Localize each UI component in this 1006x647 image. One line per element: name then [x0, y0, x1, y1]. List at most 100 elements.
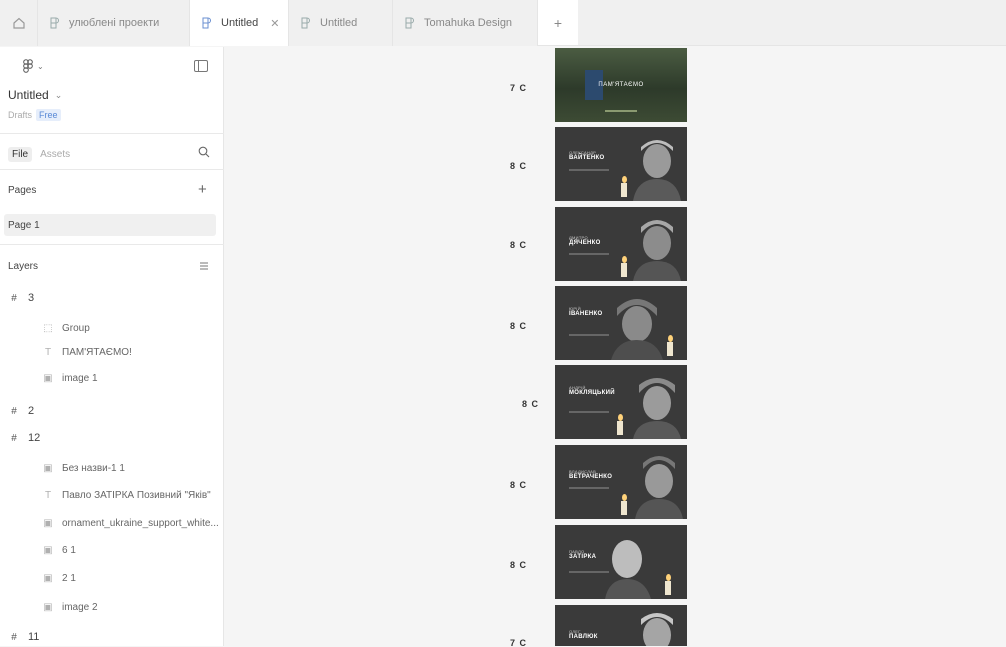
tab-design[interactable]: Tomahuka Design: [392, 0, 538, 46]
image-icon: ▣: [43, 544, 53, 556]
portrait-image: [633, 378, 681, 439]
layer-label: image 1: [62, 372, 98, 384]
layer-text[interactable]: T ПАМ'ЯТАЄМО!: [0, 342, 224, 362]
drafts-link[interactable]: Drafts: [8, 110, 32, 120]
frame-label[interactable]: 7 C: [510, 638, 527, 646]
new-tab-button[interactable]: +: [538, 0, 578, 46]
text-icon: T: [44, 489, 52, 501]
layer-image[interactable]: ▣ ornament_ukraine_support_white...: [0, 513, 224, 533]
frame-card-portrait[interactable]: ЮРІЙ ІВАНЕНКО: [555, 286, 687, 360]
layer-label: Group: [62, 322, 90, 334]
frame-label[interactable]: 8 C: [510, 161, 527, 171]
home-button[interactable]: [0, 0, 38, 46]
plan-badge: Free: [36, 109, 61, 121]
frame-card-memorial[interactable]: ПАМ'ЯТАЄМО: [555, 48, 687, 122]
collapse-icon: [200, 262, 208, 270]
flame-icon: [621, 256, 627, 263]
tab-file[interactable]: File: [8, 147, 33, 162]
frame-card-portrait[interactable]: ОЛЕКСАНДР ВАЙТЕНКО: [555, 127, 687, 201]
layer-image[interactable]: ▣ image 1: [0, 368, 224, 388]
tab-untitled-active[interactable]: Untitled ✕: [190, 0, 288, 46]
tab-favorites[interactable]: улюблені проекти: [38, 0, 190, 46]
layer-label: 3: [28, 292, 35, 304]
layer-image[interactable]: ▣ 2 1: [0, 568, 224, 588]
divider: [0, 133, 224, 134]
file-icon: [403, 16, 417, 30]
layer-image[interactable]: ▣ 6 1: [0, 540, 224, 560]
layer-label: 12: [28, 432, 41, 444]
main-menu-button[interactable]: ⌄: [22, 59, 44, 73]
last-name: ВАЙТЕНКО: [569, 155, 605, 161]
tab-assets[interactable]: Assets: [40, 149, 70, 160]
frame-card-portrait[interactable]: АНДРІЙ МОКЛЯЦЬКИЙ: [555, 365, 687, 439]
sidebar-toggle-icon: [194, 60, 208, 72]
portrait-image: [611, 299, 663, 360]
file-name[interactable]: Untitled ⌄: [8, 88, 62, 102]
frame-label[interactable]: 8 C: [510, 480, 527, 490]
last-name: МОКЛЯЦЬКИЙ: [569, 390, 615, 396]
layer-frame[interactable]: # 12: [0, 428, 224, 448]
tab-label: улюблені проекти: [69, 17, 160, 29]
portrait-image: [633, 220, 681, 281]
image-icon: ▣: [43, 462, 53, 474]
page-item-label: Page 1: [8, 219, 40, 231]
layer-group[interactable]: ⬚ Group: [0, 318, 224, 338]
flame-icon: [621, 494, 627, 501]
frame-label[interactable]: 8 C: [510, 560, 527, 570]
collapse-layers-button[interactable]: [198, 260, 210, 272]
last-name: ПАВЛЮК: [569, 634, 598, 640]
divider: [0, 169, 224, 170]
divider-line: [569, 487, 609, 489]
toggle-sidebar-button[interactable]: [194, 60, 208, 72]
last-name: ІВАНЕНКО: [569, 311, 603, 317]
tab-bar: улюблені проекти Untitled ✕ Untitled Tom…: [0, 0, 1006, 46]
frame-card-portrait[interactable]: ВЛАДИСЛАВ ВЕТРАЧЕНКО: [555, 445, 687, 519]
search-layers-button[interactable]: [198, 146, 210, 158]
frame-card-portrait[interactable]: ПАВЛО ЗАТІРКА: [555, 525, 687, 599]
left-sidebar: ⌄ Untitled ⌄ Drafts Free File Assets Pag…: [0, 47, 224, 646]
image-icon: ▣: [43, 572, 53, 584]
frame-hash-icon: #: [11, 631, 17, 643]
frame-card-portrait[interactable]: ДМИТРО ДЯЧЕНКО: [555, 207, 687, 281]
close-icon[interactable]: ✕: [270, 17, 279, 30]
file-location: Drafts Free: [8, 109, 61, 121]
candle-icon: [665, 581, 671, 595]
file-name-label: Untitled: [8, 88, 49, 102]
figma-logo-icon: [23, 59, 33, 73]
file-assets-tabs: File Assets: [8, 147, 70, 162]
layer-frame[interactable]: # 11: [0, 627, 224, 647]
memorial-title: ПАМ'ЯТАЄМО: [598, 82, 644, 88]
layer-image[interactable]: ▣ image 2: [0, 597, 224, 617]
file-icon: [200, 16, 214, 30]
frame-label[interactable]: 8 C: [510, 321, 527, 331]
layer-label: 2 1: [62, 572, 76, 584]
layer-frame[interactable]: # 3: [0, 288, 224, 308]
image-icon: ▣: [43, 372, 53, 384]
page-item[interactable]: Page 1: [4, 214, 216, 236]
pages-heading: Pages: [8, 185, 37, 196]
layers-heading: Layers: [8, 261, 39, 272]
plus-icon: +: [553, 15, 563, 31]
last-name: ДЯЧЕНКО: [569, 240, 601, 246]
layer-frame[interactable]: # 2: [0, 401, 224, 421]
layer-text[interactable]: T Павло ЗАТІРКА Позивний "Яків": [0, 485, 224, 505]
portrait-image: [605, 540, 651, 599]
frame-hash-icon: #: [11, 292, 17, 304]
text-icon: T: [44, 346, 52, 358]
last-name: ВЕТРАЧЕНКО: [569, 474, 613, 480]
tab-bar-empty: [578, 0, 1006, 45]
frame-label[interactable]: 7 C: [510, 83, 527, 93]
layer-label: Без назви-1 1: [62, 462, 125, 474]
candle-icon: [617, 421, 623, 435]
layer-label: 6 1: [62, 544, 76, 556]
frame-card-portrait[interactable]: ОЛЕГ ПАВЛЮК: [555, 605, 687, 646]
layer-image[interactable]: ▣ Без назви-1 1: [0, 458, 224, 478]
file-icon: [299, 16, 313, 30]
candle-icon: [667, 342, 673, 356]
frame-label[interactable]: 8 C: [510, 240, 527, 250]
layer-label: ПАМ'ЯТАЄМО!: [62, 346, 132, 358]
tab-untitled[interactable]: Untitled: [288, 0, 392, 46]
add-page-button[interactable]: +: [198, 181, 207, 198]
frame-label[interactable]: 8 C: [522, 399, 539, 409]
canvas[interactable]: 7 C ПАМ'ЯТАЄМО 8 C ОЛЕКСАНДР ВАЙТЕНКО 8 …: [225, 47, 1006, 646]
